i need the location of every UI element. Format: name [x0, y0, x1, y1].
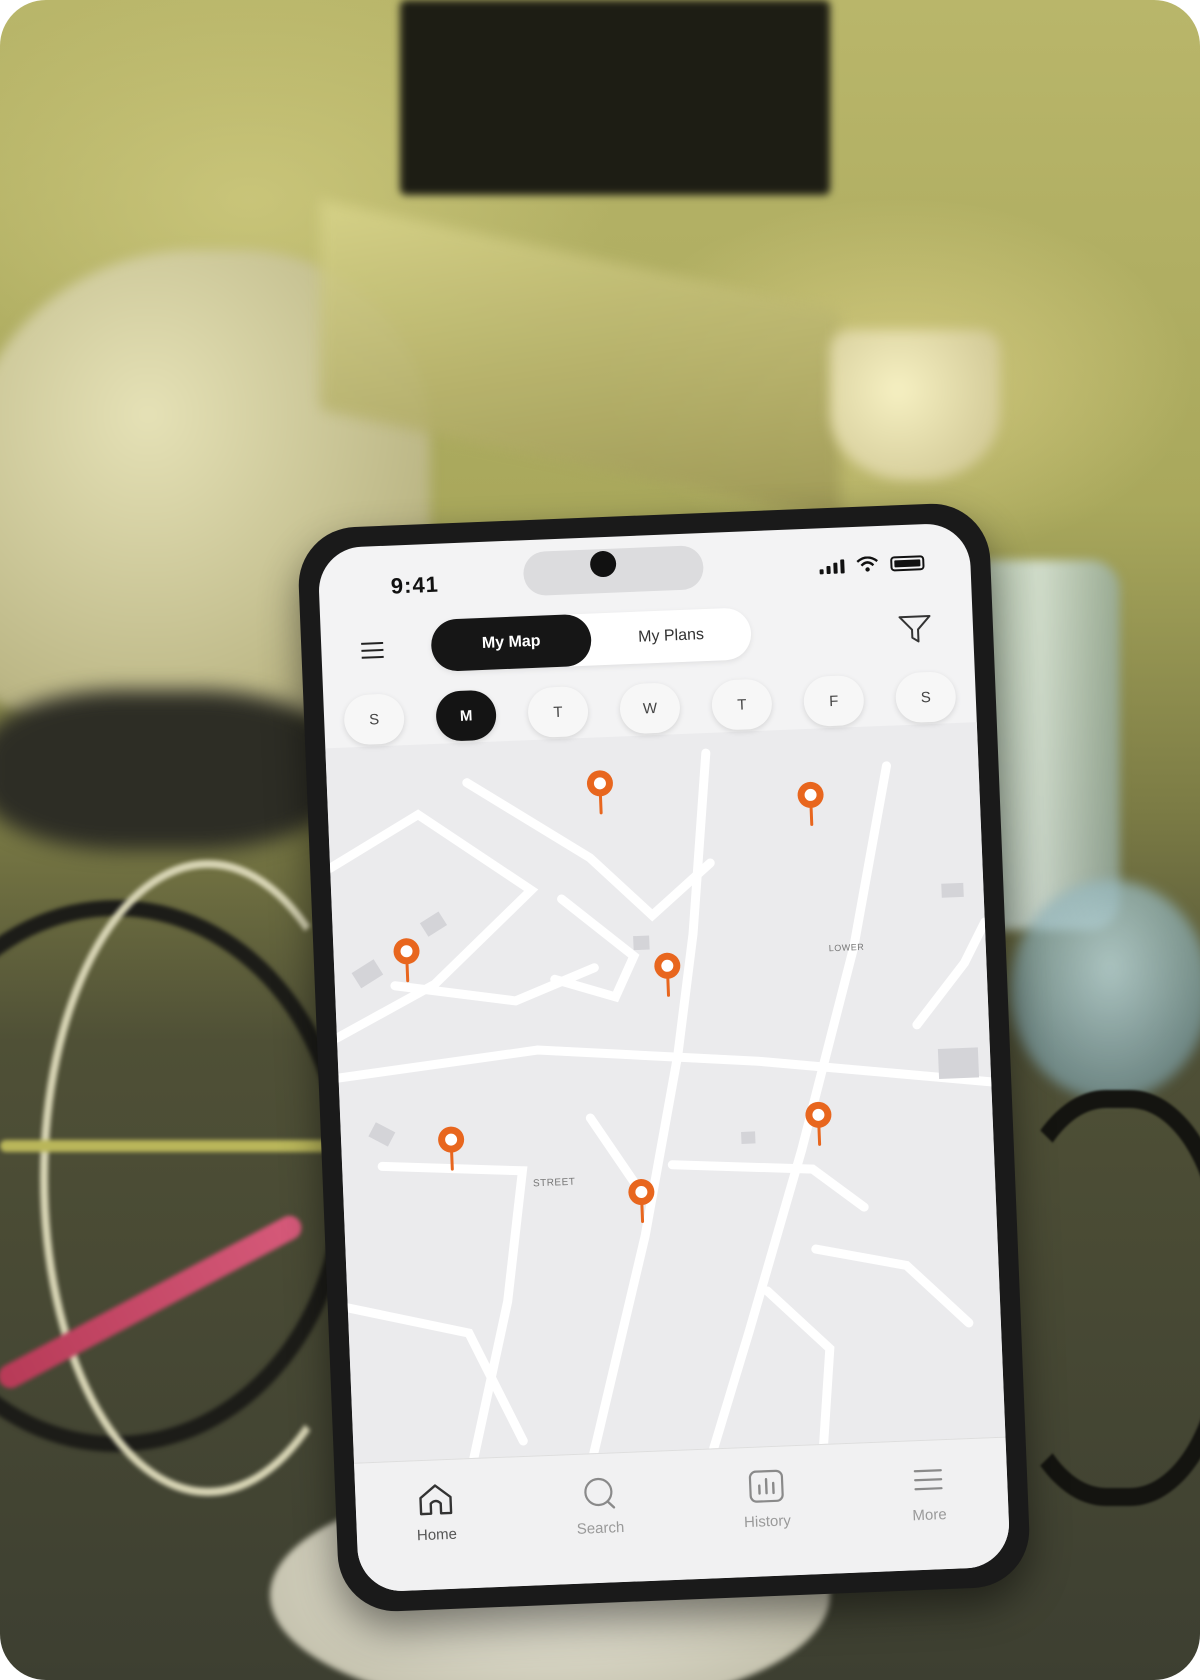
battery-icon	[890, 555, 925, 572]
eyeglasses	[1000, 1090, 1200, 1506]
day-tuesday[interactable]: T	[527, 685, 590, 739]
status-time: 9:41	[390, 571, 440, 599]
search-icon	[583, 1477, 615, 1509]
bottom-tab-bar: Home Search History More	[354, 1436, 1011, 1593]
map-pin-1[interactable]	[581, 767, 619, 818]
more-menu-icon	[913, 1469, 943, 1491]
chair-rim	[0, 690, 340, 850]
tab-history-label: History	[743, 1512, 792, 1532]
home-icon	[419, 1484, 453, 1516]
map-pin-2[interactable]	[792, 778, 830, 829]
map-streets	[325, 748, 996, 1463]
map-plans-toggle: My Map My Plans	[430, 607, 753, 672]
tab-my-plans[interactable]: My Plans	[590, 607, 752, 665]
filter-icon[interactable]	[896, 612, 933, 647]
glass	[1010, 880, 1200, 1100]
tab-home-label: Home	[416, 1525, 458, 1545]
signal-icon	[819, 559, 845, 575]
tab-search[interactable]: Search	[575, 1475, 627, 1584]
map-pin-3[interactable]	[388, 935, 426, 986]
wall-screen	[400, 0, 830, 195]
tab-my-map[interactable]: My Map	[430, 613, 593, 672]
map-pin-7[interactable]	[623, 1175, 661, 1226]
phone-screen: 9:41 My Map My Plans S M T W T F S STREE…	[317, 522, 1011, 1593]
day-wednesday[interactable]: W	[618, 682, 681, 735]
map-view[interactable]: STREET LOWER	[325, 722, 1006, 1463]
tab-more[interactable]: More	[908, 1462, 950, 1570]
map-pin-4[interactable]	[649, 949, 687, 1000]
history-chart-icon	[748, 1469, 784, 1503]
tab-home[interactable]: Home	[415, 1482, 459, 1591]
cup	[830, 330, 1000, 480]
background-photo: 9:41 My Map My Plans S M T W T F S STREE…	[0, 0, 1200, 1680]
yellow-cable	[0, 1140, 340, 1152]
phone: 9:41 My Map My Plans S M T W T F S STREE…	[296, 501, 1032, 1614]
street-label-lower: LOWER	[828, 941, 865, 954]
hamburger-menu-icon[interactable]	[361, 641, 384, 664]
day-saturday[interactable]: S	[894, 671, 957, 724]
day-friday[interactable]: F	[802, 674, 865, 728]
day-thursday[interactable]: T	[710, 678, 773, 731]
tab-more-label: More	[912, 1506, 948, 1525]
status-icons	[819, 554, 925, 575]
map-pin-5[interactable]	[432, 1123, 470, 1174]
day-sunday[interactable]: S	[343, 693, 406, 746]
day-monday[interactable]: M	[435, 689, 498, 742]
tab-history[interactable]: History	[742, 1468, 793, 1577]
map-pin-6[interactable]	[800, 1098, 838, 1149]
tab-search-label: Search	[576, 1518, 625, 1538]
wifi-icon	[856, 556, 878, 572]
street-label-street: STREET	[532, 1176, 576, 1190]
